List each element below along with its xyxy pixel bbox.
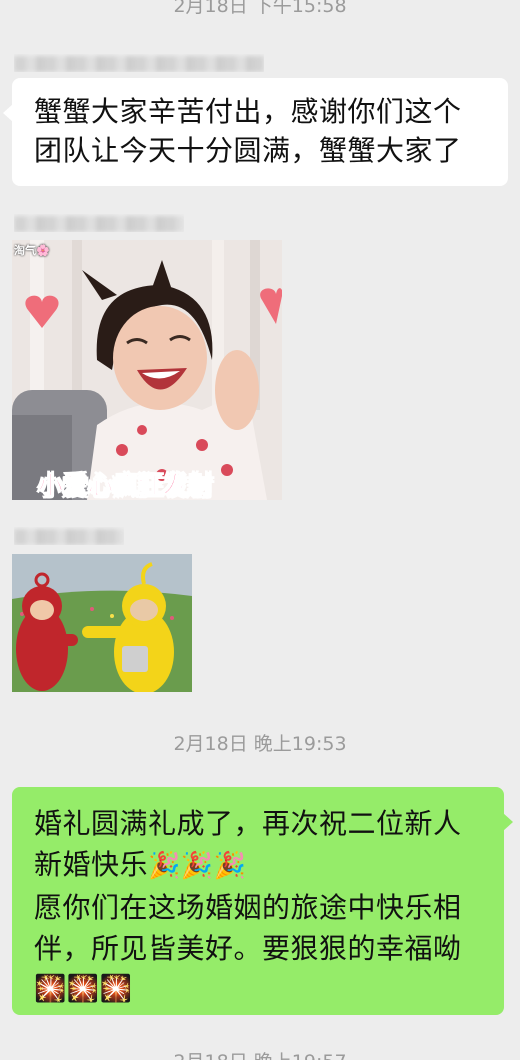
sender-name-blurred <box>14 54 264 72</box>
message-text-line: 伴，所见皆美好。要狠狠的幸福呦 <box>34 932 462 965</box>
message-text-line: 婚礼圆满礼成了，再次祝二位新人 <box>34 807 462 840</box>
message-text-line: 蟹蟹大家辛苦付出，感谢你们这个 <box>34 95 462 128</box>
message-text: 新婚快乐 <box>34 848 149 881</box>
outgoing-message-bubble[interactable]: 婚礼圆满礼成了，再次祝二位新人 新婚快乐🎉🎉🎉 愿你们在这场婚姻的旅途中快乐相 … <box>12 787 513 1015</box>
sticker-illustration <box>12 554 192 692</box>
sticker-image-girl[interactable]: 淘气🌸 小爱心疯狂发射 <box>12 240 282 500</box>
timestamp-mid: 2月18日 晚上19:53 <box>173 733 347 755</box>
fireworks-icon: 🎇🎇🎇 <box>34 974 133 1004</box>
sticker-image-teletubbies[interactable] <box>12 554 192 692</box>
incoming-message-bubble[interactable]: 蟹蟹大家辛苦付出，感谢你们这个 团队让今天十分圆满，蟹蟹大家了 <box>3 78 508 186</box>
sender-name-blurred <box>14 527 124 545</box>
sticker-caption: 小爱心疯狂发射 <box>37 471 214 501</box>
timestamp-bottom: 2月18日 晚上19:57 <box>0 1047 520 1060</box>
timestamp-top: 2月18日 下午15:58 <box>173 0 347 17</box>
party-popper-icon: 🎉🎉🎉 <box>148 851 247 881</box>
chat-screen: 2月18日 下午15:58 蟹蟹大家辛苦付出，感谢你们这个 团队让今天十分圆满，… <box>0 0 520 1060</box>
sticker-watermark: 淘气🌸 <box>14 244 50 257</box>
sender-name-blurred <box>14 214 184 232</box>
message-text-line: 新婚快乐🎉🎉🎉 <box>34 844 490 887</box>
message-text-line: 愿你们在这场婚姻的旅途中快乐相 <box>34 891 462 924</box>
sticker-illustration <box>12 240 282 500</box>
message-text-line: 团队让今天十分圆满，蟹蟹大家了 <box>34 134 462 167</box>
